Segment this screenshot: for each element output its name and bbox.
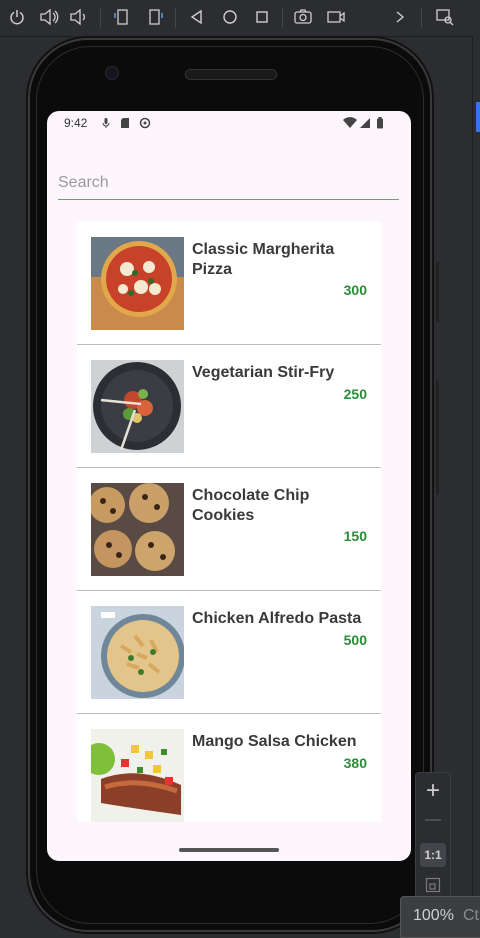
recipe-price: 300: [343, 282, 367, 298]
actual-size-button[interactable]: 1:1: [420, 843, 446, 867]
recipe-list[interactable]: Classic Margherita Pizza 300 Vegetarian …: [77, 222, 381, 822]
device-power-button[interactable]: [436, 262, 439, 322]
list-item[interactable]: Vegetarian Stir-Fry 250: [77, 345, 381, 468]
status-time: 9:42: [64, 116, 88, 130]
status-bar: 9:42: [47, 111, 411, 135]
recipe-name: Chicken Alfredo Pasta: [192, 610, 362, 627]
search-field[interactable]: [58, 169, 399, 200]
recipe-image: [91, 729, 184, 822]
gesture-home-bar[interactable]: [179, 848, 279, 852]
battery-icon: [376, 116, 384, 134]
zoom-percentage[interactable]: 100% Ct: [400, 896, 480, 938]
fit-screen-icon[interactable]: [416, 877, 450, 898]
app-screen: 9:42 Search Classic Margherita Pizza 300…: [47, 111, 411, 861]
recipe-name: Mango Salsa Chicken: [192, 733, 357, 750]
camera-icon[interactable]: [292, 6, 314, 28]
sync-icon: [139, 116, 151, 134]
recipe-image: [91, 606, 184, 699]
recipe-price: 380: [343, 755, 367, 771]
list-item[interactable]: Classic Margherita Pizza 300: [77, 222, 381, 345]
side-panel-tab-indicator[interactable]: [476, 102, 480, 132]
zoom-cut-label: Ct: [463, 907, 479, 924]
zoom-out-button[interactable]: —: [416, 811, 450, 829]
emulator-toolbar: [0, 0, 480, 37]
search-input[interactable]: [58, 169, 399, 197]
recipe-price: 250: [343, 386, 367, 402]
volume-down-icon[interactable]: [68, 6, 90, 28]
volume-up-icon[interactable]: [38, 6, 60, 28]
recipe-image: [91, 360, 184, 453]
list-item[interactable]: Chocolate Chip Cookies 150: [77, 468, 381, 591]
recipe-name: Classic Margherita Pizza: [192, 241, 335, 278]
recipe-image: [91, 483, 184, 576]
recipe-name: Chocolate Chip Cookies: [192, 487, 310, 524]
snapshots-icon[interactable]: [434, 6, 456, 28]
recipe-price: 150: [343, 528, 367, 544]
zoom-controls: + — 1:1: [415, 772, 451, 904]
more-icon[interactable]: [389, 6, 411, 28]
overview-icon[interactable]: [251, 6, 273, 28]
list-item[interactable]: Mango Salsa Chicken 380: [77, 714, 381, 822]
recipe-name: Vegetarian Stir-Fry: [192, 364, 335, 381]
front-camera: [105, 66, 119, 80]
mic-icon: [101, 116, 111, 134]
screen-record-icon[interactable]: [325, 6, 347, 28]
power-icon[interactable]: [6, 6, 28, 28]
rotate-right-icon[interactable]: [144, 6, 166, 28]
rotate-left-icon[interactable]: [111, 6, 133, 28]
list-item[interactable]: Chicken Alfredo Pasta 500: [77, 591, 381, 714]
recipe-price: 500: [343, 632, 367, 648]
wifi-icon: [343, 116, 357, 134]
sd-card-icon: [120, 116, 130, 134]
recipe-image: [91, 237, 184, 330]
earpiece-speaker: [185, 69, 277, 80]
signal-icon: [359, 116, 371, 134]
zoom-in-button[interactable]: +: [416, 777, 450, 805]
side-panel-strip: [472, 36, 480, 936]
back-icon[interactable]: [186, 6, 208, 28]
home-icon[interactable]: [219, 6, 241, 28]
device-volume-button[interactable]: [436, 380, 439, 495]
zoom-percent-label: 100%: [413, 907, 454, 924]
